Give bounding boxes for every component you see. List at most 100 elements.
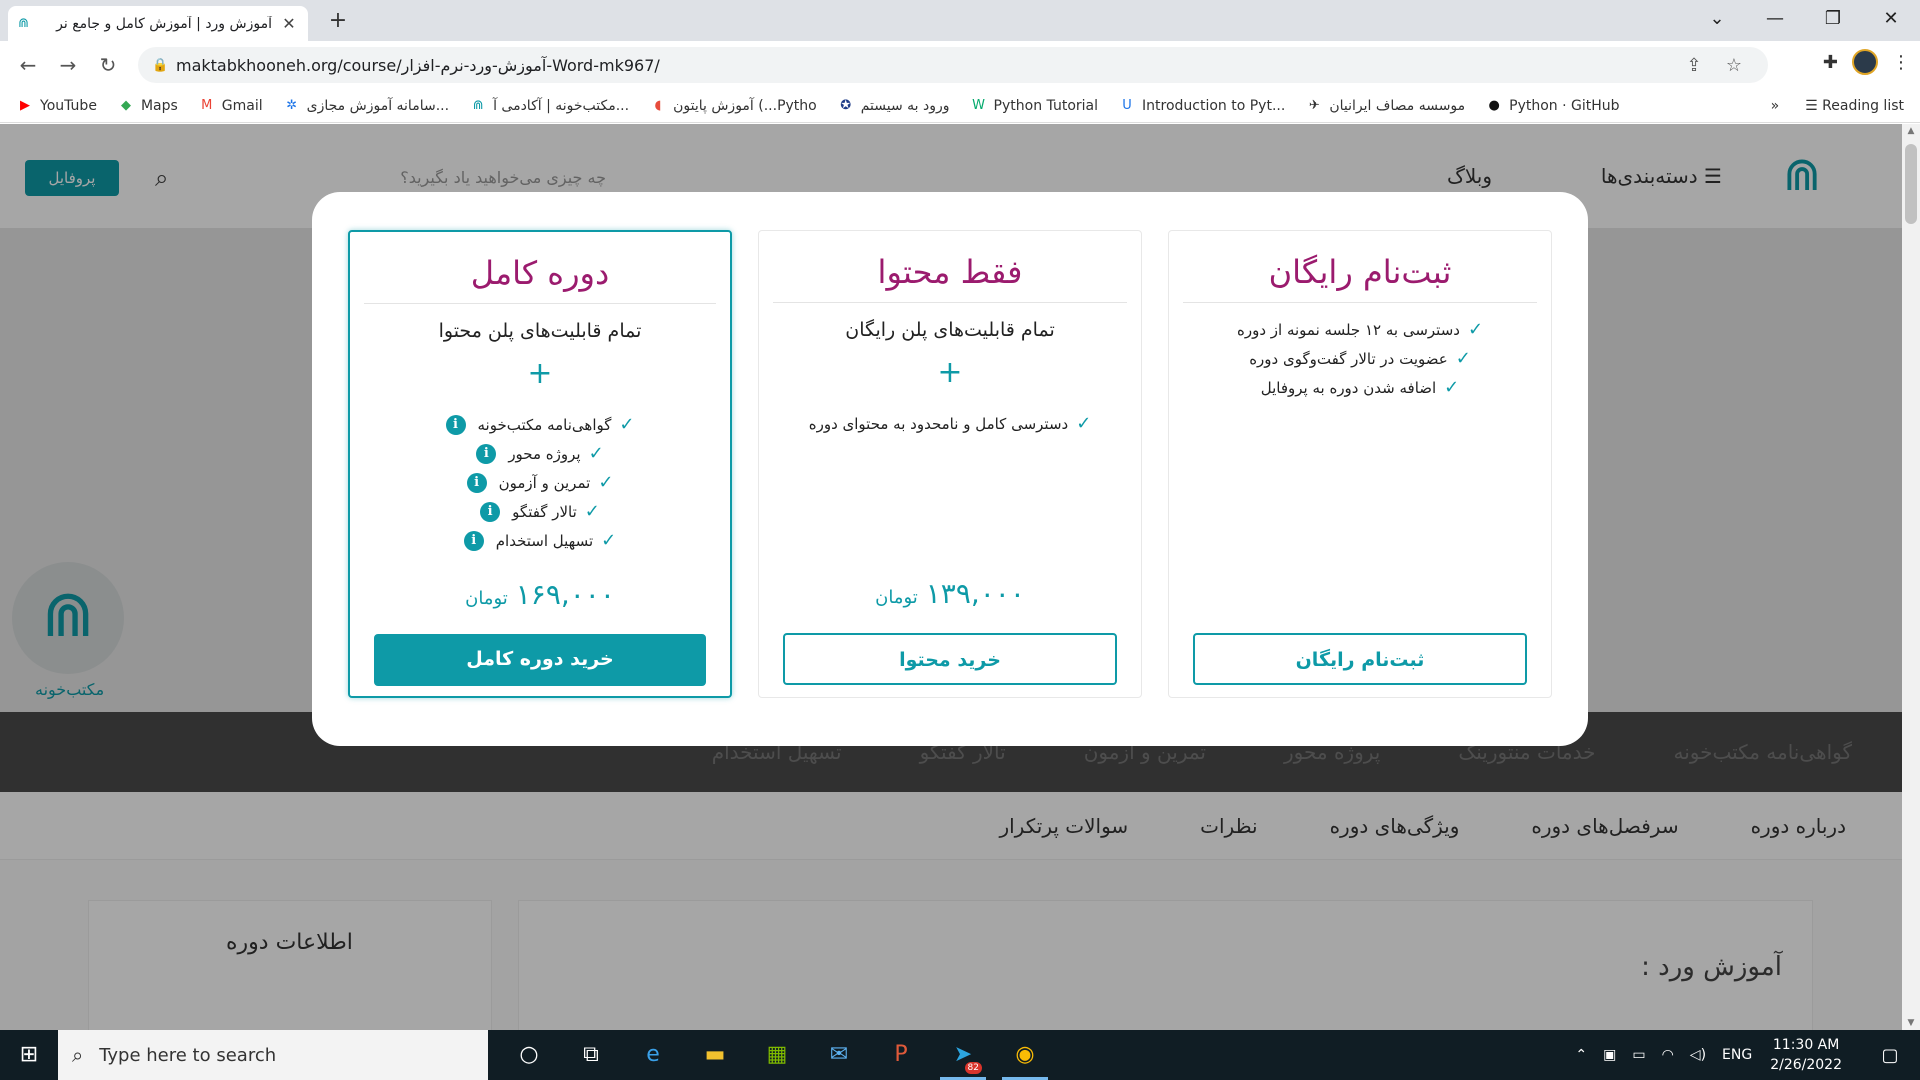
plan-title: ثبت‌نام رایگان [1183,249,1537,303]
telegram-icon[interactable]: ➤ 82 [932,1030,994,1080]
check-icon: ✓ [1467,319,1484,340]
taskbar-search-placeholder: Type here to search [99,1044,277,1066]
info-icon[interactable]: i [476,443,497,464]
bookmark-item[interactable]: ◆ Maps [117,98,178,114]
address-bar[interactable]: 🔒 maktabkhooneh.org/course/آموزش-ورد-نرم… [138,47,1768,83]
bookmark-label: سامانه آموزش مجازی... [306,97,450,114]
file-explorer-icon[interactable]: ▬ [684,1030,746,1080]
lock-icon[interactable]: 🔒 [152,58,176,73]
cortana-icon[interactable]: ○ [498,1030,560,1080]
feature-label: عضویت در تالار گفت‌وگوی دوره [1249,349,1448,368]
bookmarks-overflow-icon[interactable]: » [1771,98,1780,114]
language-indicator[interactable]: ENG [1722,1047,1752,1063]
list-item: ✓ تالار گفتگو i [350,497,730,526]
url-text[interactable]: maktabkhooneh.org/course/آموزش-ورد-نرم-ا… [176,56,1674,75]
plan-full-course: دوره کامل تمام قابلیت‌های پلن محتوا + ✓ گ… [348,230,732,698]
bookmark-item[interactable]: ✈ موسسه مصاف ایرانیان [1305,98,1465,114]
list-item: ✓ گواهی‌نامه مکتب‌خونه i [350,410,730,439]
list-item: ✓ پروژه محور i [350,439,730,468]
info-icon[interactable]: i [445,414,466,435]
share-icon[interactable]: ⇪ [1674,55,1714,76]
list-item: ✓ دسترسی به ۱۲ جلسه نمونه از دوره [1169,315,1551,344]
plan-features: ✓ دسترسی به ۱۲ جلسه نمونه از دوره ✓ عضویت … [1169,315,1551,402]
minimize-button[interactable]: — [1746,0,1804,41]
edge-icon[interactable]: e [622,1030,684,1080]
clock-time: 11:30 AM [1772,1037,1840,1053]
notifications-icon[interactable]: ▢ [1868,1045,1912,1066]
windows-taskbar: ⊞ ⌕ Type here to search ○ ⧉ e ▬ ▦ ✉ P ➤ 8… [0,1030,1920,1080]
bookmark-item[interactable]: M Gmail [198,98,262,114]
plan-free: ثبت‌نام رایگان ✓ دسترسی به ۱۲ جلسه نمونه … [1168,230,1552,698]
masaf-icon: ✈ [1308,97,1320,113]
maps-icon: ◆ [120,97,131,113]
price-amount: ۱۶۹,۰۰۰ [515,578,615,611]
buy-content-button[interactable]: خرید محتوا [783,633,1117,685]
bookmark-star-icon[interactable]: ☆ [1714,55,1754,76]
windows-start-icon[interactable]: ⊞ [0,1030,58,1080]
info-icon[interactable]: i [463,530,484,551]
list-item: ✓ دسترسی کامل و نامحدود به محتوای دوره [759,409,1141,438]
bookmark-item[interactable]: ✲ سامانه آموزش مجازی... [283,98,449,114]
chrome-icon[interactable]: ◉ [994,1030,1056,1080]
info-icon[interactable]: i [466,472,487,493]
scroll-down-icon[interactable]: ▼ [1902,1018,1920,1028]
wps-icon[interactable]: P [870,1030,932,1080]
bookmark-item[interactable]: ◖ آموزش پایتون (...Pytho [649,98,817,114]
taskbar-search[interactable]: ⌕ Type here to search [58,1030,488,1080]
back-arrow-icon[interactable]: ← [8,53,48,77]
forward-arrow-icon[interactable]: → [48,53,88,77]
bookmark-item[interactable]: ✪ ورود به سیستم [837,97,949,114]
w3-icon: W [972,97,985,113]
telegram-badge: 82 [964,1062,982,1074]
close-window-button[interactable]: ✕ [1862,0,1920,41]
profile-avatar[interactable] [1852,49,1878,75]
maktab-favicon-icon: ⋒ [18,16,29,31]
plan-subtitle: تمام قابلیت‌های پلن رایگان [845,319,1055,341]
task-view-icon[interactable]: ⧉ [560,1030,622,1080]
feature-label: تالار گفتگو [512,502,577,521]
page-scrollbar[interactable]: ▲ ▼ [1902,124,1920,1030]
search-icon: ⌕ [72,1043,84,1067]
new-tab-button[interactable]: + [325,8,351,34]
reading-list-button[interactable]: ☰ Reading list [1805,98,1904,114]
volume-icon[interactable]: ◁) [1690,1047,1706,1063]
login-icon: ✪ [840,97,852,113]
bookmark-label: آموزش پایتون (...Pytho [673,97,817,114]
battery-icon[interactable]: ▭ [1632,1047,1645,1063]
free-signup-button[interactable]: ثبت‌نام رایگان [1193,633,1527,685]
bookmark-item[interactable]: U Introduction to Pyt... [1118,98,1285,114]
plan-subtitle: تمام قابلیت‌های پلن محتوا [438,320,642,342]
scroll-thumb[interactable] [1905,144,1917,224]
bookmark-label: Python Tutorial [993,97,1098,114]
bookmark-item[interactable]: ▶ YouTube [16,98,97,114]
store-icon[interactable]: ▦ [746,1030,808,1080]
list-item: ✓ عضویت در تالار گفت‌وگوی دوره [1169,344,1551,373]
tab-search-icon[interactable]: ⌄ [1688,0,1746,41]
feature-label: گواهی‌نامه مکتب‌خونه [477,415,612,434]
reload-icon[interactable]: ↻ [88,53,128,77]
bookmark-item[interactable]: W Python Tutorial [970,98,1098,114]
plus-icon: + [527,356,553,391]
close-tab-icon[interactable]: ✕ [280,14,298,33]
antivirus-icon[interactable]: ▣ [1603,1047,1616,1063]
reading-list-icon: ☰ [1805,98,1823,114]
wifi-icon[interactable]: ◠ [1662,1047,1674,1063]
mail-icon[interactable]: ✉ [808,1030,870,1080]
scroll-up-icon[interactable]: ▲ [1902,126,1920,136]
plan-features: ✓ گواهی‌نامه مکتب‌خونه i ✓ پروژه محور i ✓ تمر… [350,410,730,555]
clock[interactable]: 11:30 AM 2/26/2022 [1770,1035,1842,1075]
browser-tab[interactable]: ⋒ آموزش ورد | آموزش کامل و جامع نر ✕ [8,6,308,41]
menu-kebab-icon[interactable]: ⋮ [1892,52,1910,73]
check-icon: ✓ [598,472,614,493]
python-icon: ◖ [654,97,662,113]
bookmark-item[interactable]: ● Python · GitHub [1485,98,1619,114]
extensions-puzzle-icon[interactable]: ✚ [1823,52,1838,73]
clock-date: 2/26/2022 [1770,1057,1842,1073]
plus-icon: + [937,355,963,390]
info-icon[interactable]: i [480,501,501,522]
bookmark-item[interactable]: ⋒ مکتب‌خونه | آکادمی آ... [469,98,629,114]
tray-chevron-icon[interactable]: ⌃ [1575,1047,1587,1063]
list-item: ✓ اضافه شدن دوره به پروفایل [1169,373,1551,402]
buy-full-course-button[interactable]: خرید دوره کامل [374,634,706,686]
restore-button[interactable]: ❐ [1804,0,1862,41]
